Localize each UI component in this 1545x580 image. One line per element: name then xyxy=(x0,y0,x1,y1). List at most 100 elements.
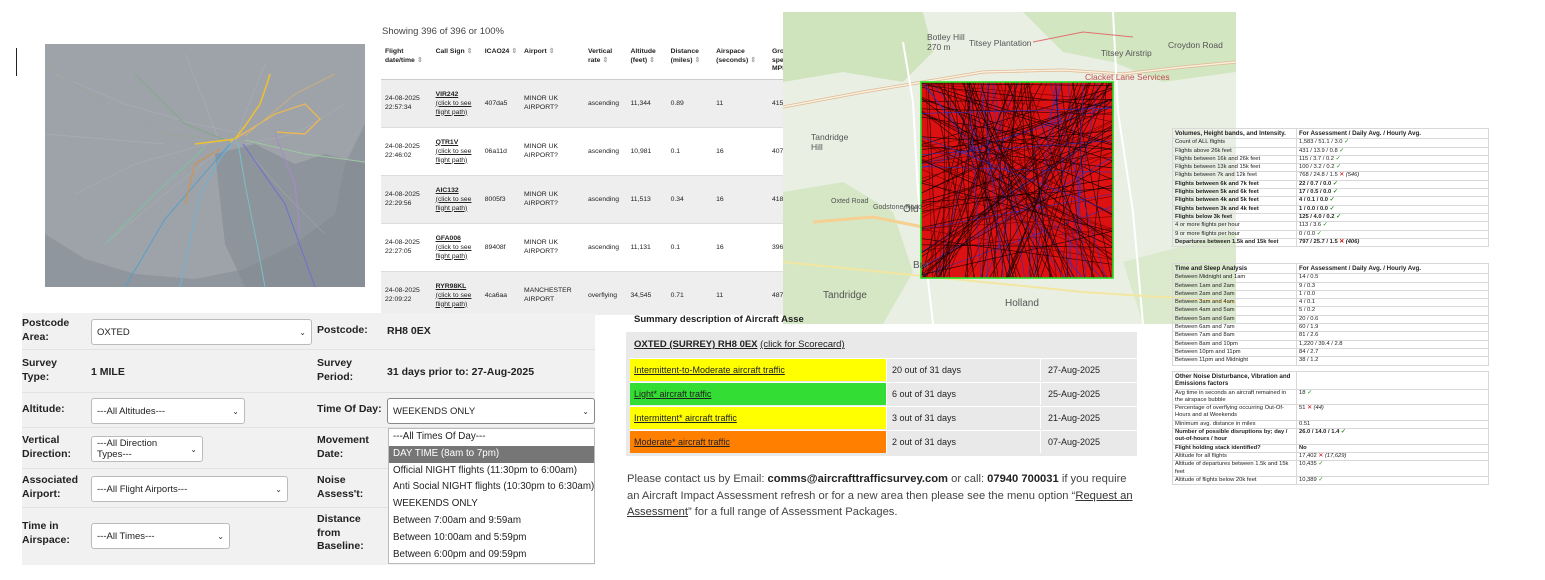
stats-value: 0 / 0.0 xyxy=(1299,230,1316,237)
stats-row: Altitude of departures between 1.5k and … xyxy=(1172,460,1489,477)
traffic-level-label[interactable]: Light* aircraft traffic xyxy=(630,383,886,405)
map-label-oxted-road: Oxted Road xyxy=(831,198,869,205)
stats-key: Between 10pm and 11pm xyxy=(1172,347,1297,358)
flight-date: 24-08-2025 xyxy=(385,287,420,294)
stats-row: Altitude of flights below 20k feet 10,389… xyxy=(1172,475,1489,486)
distance-cell: 0.71 xyxy=(666,271,713,315)
stats-row: Flights between 3k and 4k feet 1 / 0.0 / … xyxy=(1172,204,1489,214)
stats-row: Between 8am and 10pm 1,220 / 39.4 / 2.8 xyxy=(1172,339,1489,349)
contact-email[interactable]: comms@aircrafttrafficsurvey.com xyxy=(768,473,948,485)
survey-period-label: Survey Period: xyxy=(317,357,354,383)
col-header-icao24[interactable]: ICAO24 ⇕ xyxy=(480,44,521,80)
altitude-select[interactable]: ---All Altitudes--- ⌄ xyxy=(91,398,245,424)
stats-row: Between 3am and 4am 4 / 0.1 xyxy=(1172,298,1489,308)
flight-path-link[interactable]: (click to see flight path) xyxy=(436,291,478,309)
time-of-day-label: Time Of Day: xyxy=(317,403,382,415)
form-row-survey: Survey Type: 1 MILE Survey Period: 31 da… xyxy=(22,351,595,393)
callsign-link[interactable]: QTR1V xyxy=(436,138,478,147)
flight-path-link[interactable]: (click to see flight path) xyxy=(436,243,478,261)
callsign-link[interactable]: VIR242 xyxy=(436,90,478,99)
callsign-link[interactable]: RYR98KL xyxy=(436,282,478,291)
table-header-row: Flight date/time ⇕ Call Sign ⇕ ICAO24 ⇕ Air… xyxy=(381,44,791,80)
dropdown-option[interactable]: Between 10:00am and 5:59pm xyxy=(389,530,594,547)
stats-row: Flights between 4k and 5k feet 4 / 0.1 / … xyxy=(1172,196,1489,206)
flight-path-link[interactable]: (click to see flight path) xyxy=(436,99,478,117)
flight-time: 22:27:05 xyxy=(385,248,412,255)
altitude-cell: 11,131 xyxy=(626,223,667,272)
col-header-airspace[interactable]: Airspace (seconds) ⇕ xyxy=(712,44,768,80)
stats-row: Avg time in seconds an aircraft remained… xyxy=(1172,388,1489,406)
distance-from-baseline-label: Distance from Baseline: xyxy=(317,513,364,552)
time-in-airspace-select[interactable]: ---All Times--- ⌄ xyxy=(91,523,230,549)
stats-key: Departures between 1.5k and 15k feet xyxy=(1172,237,1297,248)
postcode-label: Postcode: xyxy=(317,324,368,336)
check-icon: ✓ xyxy=(1331,189,1338,196)
traffic-level-label[interactable]: Intermittent* aircraft traffic xyxy=(630,407,886,429)
flight-path-link[interactable]: (click to see flight path) xyxy=(436,147,478,165)
stats-value: 14 / 0.5 xyxy=(1299,274,1319,281)
stats-key: Flights below 3k feet xyxy=(1172,212,1297,223)
stats-key: Flights between 6k and 7k feet xyxy=(1172,179,1297,190)
map-label-titsey-plantation: Titsey Plantation xyxy=(969,38,1032,48)
stats-key: Percentage of overflying occurring Out-O… xyxy=(1172,404,1297,421)
sleep-table-heading: Time and Sleep Analysis xyxy=(1172,262,1297,275)
callsign-link[interactable]: GFA006 xyxy=(436,234,478,243)
regional-flight-map[interactable] xyxy=(45,44,365,287)
stats-value-cell: 797 / 25.7 / 1.5 ✕ (406) xyxy=(1296,237,1489,248)
stats-row: Between 7am and 8am 81 / 2.6 xyxy=(1172,331,1489,341)
callsign-link[interactable]: AIC132 xyxy=(436,186,478,195)
local-flight-density-map[interactable]: Botley Hill 270 m Titsey Plantation Tits… xyxy=(783,12,1236,324)
time-of-day-select[interactable]: WEEKENDS ONLY ⌄ xyxy=(387,398,595,424)
associated-airport-select[interactable]: ---All Flight Airports--- ⌄ xyxy=(91,476,288,502)
stats-row: Departures between 1.5k and 15k feet 797 … xyxy=(1172,237,1489,248)
col-header-callsign[interactable]: Call Sign ⇕ xyxy=(431,44,481,80)
col-header-distance[interactable]: Distance (miles) ⇕ xyxy=(666,44,713,80)
stats-value-cell: 17,402 ✕ (17,629) xyxy=(1296,451,1489,462)
stats-row: 9 or more flights per hour 0 / 0.0 ✓ xyxy=(1172,229,1489,239)
stats-value: 20 / 0.6 xyxy=(1299,315,1319,322)
stats-value-cell: 4 / 0.1 xyxy=(1296,298,1489,308)
postcode-value: RH8 0EX xyxy=(387,325,431,337)
stats-value: 431 / 13.9 / 0.8 xyxy=(1299,147,1338,154)
associated-airport-label: Associated Airport: xyxy=(22,474,79,500)
stats-row: 4 or more flights per hour 113 / 3.6 ✓ xyxy=(1172,221,1489,231)
stats-value-cell: 100 / 3.2 / 0.2 ✓ xyxy=(1296,163,1489,173)
col-header-datetime[interactable]: Flight date/time ⇕ xyxy=(381,44,432,80)
altitude-cell: 11,344 xyxy=(626,79,667,128)
dropdown-option[interactable]: Official NIGHT flights (11:30pm to 6:00a… xyxy=(389,463,594,480)
stats-value: 17 / 0.5 / 0.0 xyxy=(1299,189,1332,196)
traffic-level-label[interactable]: Intermittent-to-Moderate aircraft traffi… xyxy=(630,359,886,381)
scorecard-link[interactable]: (click for Scorecard) xyxy=(760,339,844,350)
vertical-direction-select[interactable]: ---All Direction Types--- ⌄ xyxy=(91,436,203,462)
stats-value-cell: 38 / 1.2 xyxy=(1296,356,1489,366)
dropdown-option[interactable]: ---All Times Of Day--- xyxy=(389,429,594,446)
col-header-airport[interactable]: Airport ⇕ xyxy=(520,44,584,80)
stats-value-cell: 20 / 0.6 xyxy=(1296,314,1489,325)
flight-date: 24-08-2025 xyxy=(385,143,420,150)
stats-key: Flight holding stack identified? xyxy=(1172,443,1297,453)
stats-value: 113 / 3.6 xyxy=(1299,222,1322,229)
dropdown-option[interactable]: Between 6:00pm and 09:59pm xyxy=(389,547,594,564)
stats-value-cell: 17 / 0.5 / 0.0 ✓ xyxy=(1296,188,1489,198)
altitude-cell: 34,545 xyxy=(626,271,667,315)
summary-title: Summary description of Aircraft Asse xyxy=(634,314,804,325)
col-header-altitude[interactable]: Altitude (feet) ⇕ xyxy=(626,44,667,80)
dropdown-option[interactable]: Between 7:00am and 9:59am xyxy=(389,513,594,530)
dropdown-option[interactable]: Anti Social NIGHT flights (10:30pm to 6:… xyxy=(389,479,594,496)
contact-phone[interactable]: 07940 700031 xyxy=(987,473,1059,485)
stats-value-cell: 60 / 1.9 xyxy=(1296,323,1489,333)
chevron-down-icon: ⌄ xyxy=(299,328,306,337)
distance-cell: 0.1 xyxy=(666,223,713,272)
stats-value-cell: 125 / 4.0 / 0.2 ✓ xyxy=(1296,212,1489,223)
flight-path-link[interactable]: (click to see flight path) xyxy=(436,195,478,213)
stats-row: Between 1am and 2am 9 / 0.3 xyxy=(1172,281,1489,291)
cross-icon: ✕ xyxy=(1337,172,1346,179)
dropdown-option[interactable]: WEEKENDS ONLY xyxy=(389,496,594,513)
dropdown-option-highlighted[interactable]: DAY TIME (8am to 7pm) xyxy=(389,445,594,463)
stats-key: Flights between 3k and 4k feet xyxy=(1172,204,1297,214)
stats-value-cell: 0.51 xyxy=(1296,419,1489,430)
check-icon: ✓ xyxy=(1342,139,1349,146)
col-header-vertical-rate[interactable]: Vertical rate ⇕ xyxy=(583,44,627,80)
traffic-level-label[interactable]: Moderate* aircraft traffic xyxy=(630,431,886,453)
postcode-area-select[interactable]: OXTED ⌄ xyxy=(91,319,312,345)
